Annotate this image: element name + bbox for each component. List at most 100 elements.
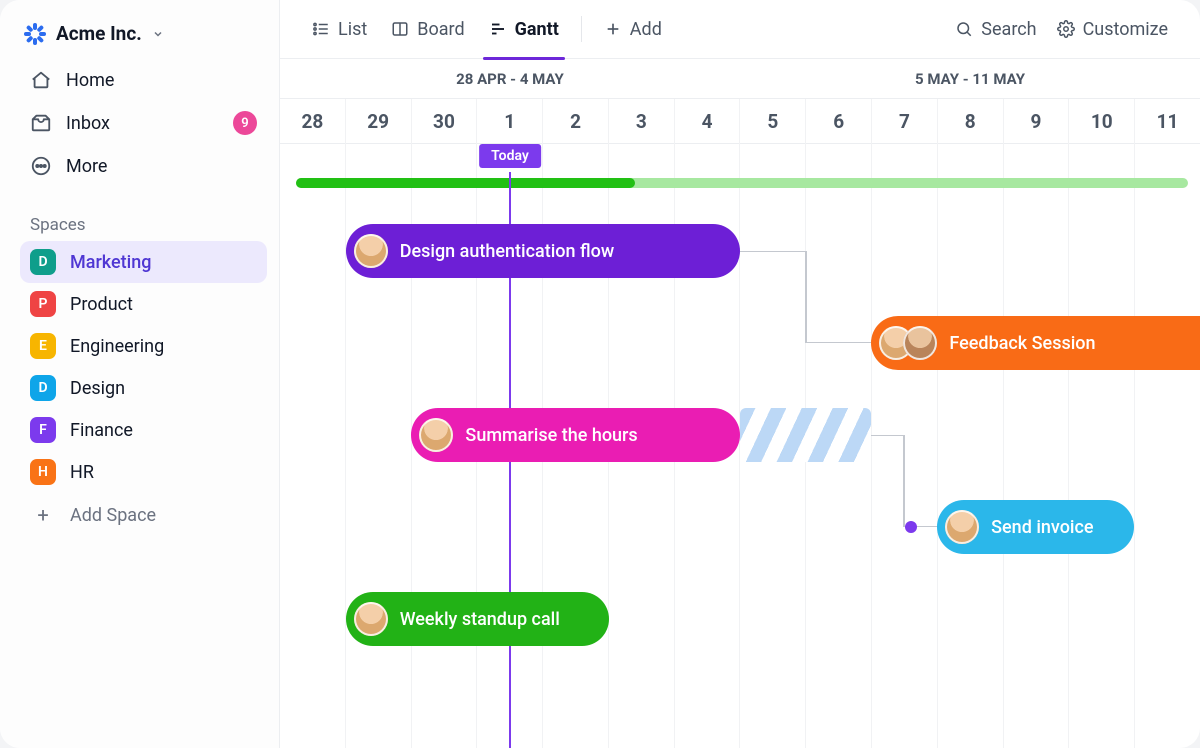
day-number: 4 [675, 99, 740, 144]
nav-inbox[interactable]: Inbox 9 [20, 101, 267, 145]
avatar [354, 602, 388, 636]
space-label: Engineering [70, 336, 164, 357]
avatar [354, 234, 388, 268]
gantt-icon [489, 20, 507, 38]
day-column: 8 [937, 99, 1003, 748]
task-assignees [354, 234, 388, 268]
task-label: Summarise the hours [465, 425, 637, 446]
task-assignees [354, 602, 388, 636]
inbox-badge: 9 [233, 111, 257, 135]
day-number: 2 [543, 99, 608, 144]
timeline-progress [296, 178, 1188, 188]
dependency-line [871, 435, 904, 527]
day-column: 28 [280, 99, 345, 748]
space-label: Design [70, 378, 125, 399]
day-number: 28 [280, 99, 345, 144]
add-space-button[interactable]: + Add Space [20, 493, 267, 537]
today-marker: Today [479, 144, 541, 168]
customize-button[interactable]: Customize [1047, 0, 1178, 59]
view-tab-board-label: Board [417, 19, 464, 40]
task-bar[interactable]: Send invoice [937, 500, 1134, 554]
plus-icon [604, 20, 622, 38]
spaces-section-label: Spaces [20, 215, 267, 241]
space-color-swatch: H [30, 459, 56, 485]
week-header: 28 APR - 4 MAY 5 MAY - 11 MAY [280, 59, 1200, 99]
gear-icon [1057, 20, 1075, 38]
view-tab-gantt-label: Gantt [515, 19, 559, 40]
spaces-list: D Marketing P Product EEngineering D Design FFi… [20, 241, 267, 493]
sidebar-space-engineering[interactable]: EEngineering [20, 325, 267, 367]
space-color-swatch: P [30, 291, 56, 317]
day-number: 29 [346, 99, 411, 144]
home-icon [30, 69, 52, 91]
view-tab-list[interactable]: List [302, 0, 377, 59]
board-icon [391, 20, 409, 38]
task-bar[interactable]: Design authentication flow [346, 224, 740, 278]
day-column: 9 [1003, 99, 1069, 748]
search-button[interactable]: Search [945, 0, 1046, 59]
day-number: 30 [412, 99, 477, 144]
sidebar-space-design[interactable]: D Design [20, 367, 267, 409]
divider [581, 16, 582, 42]
task-bar[interactable]: Feedback Session [871, 316, 1200, 370]
chevron-down-icon [152, 28, 164, 40]
space-label: Marketing [70, 252, 151, 273]
space-color-swatch: D [30, 249, 56, 275]
sidebar-space-marketing[interactable]: D Marketing [20, 241, 267, 283]
week-range-1: 5 MAY - 11 MAY [740, 59, 1200, 99]
task-label: Weekly standup call [400, 609, 560, 630]
day-column: 11 [1134, 99, 1200, 748]
day-column: 29 [345, 99, 411, 748]
space-label: Product [70, 294, 133, 315]
space-color-swatch: D [30, 375, 56, 401]
day-column: 10 [1068, 99, 1134, 748]
view-tab-gantt[interactable]: Gantt [479, 0, 569, 59]
day-number: 7 [872, 99, 937, 144]
week-range-0: 28 APR - 4 MAY [280, 59, 740, 99]
day-number: 6 [806, 99, 871, 144]
add-space-label: Add Space [70, 505, 156, 526]
task-assignees [419, 418, 453, 452]
view-tab-board[interactable]: Board [381, 0, 474, 59]
app-logo-icon [24, 23, 46, 45]
sidebar-space-product[interactable]: P Product [20, 283, 267, 325]
inbox-icon [30, 112, 52, 134]
add-view-label: Add [630, 19, 662, 40]
day-number: 3 [609, 99, 674, 144]
customize-label: Customize [1083, 19, 1168, 40]
task-label: Design authentication flow [400, 241, 615, 262]
day-number: 10 [1069, 99, 1134, 144]
task-label: Send invoice [991, 517, 1093, 538]
space-label: HR [70, 462, 94, 483]
workspace-switcher[interactable]: Acme Inc. [20, 18, 267, 59]
sidebar-space-hr[interactable]: H HR [20, 451, 267, 493]
task-assignees [879, 326, 937, 360]
nav-more-label: More [66, 156, 107, 177]
nav-home[interactable]: Home [20, 59, 267, 101]
day-number: 11 [1135, 99, 1200, 144]
nav-inbox-label: Inbox [66, 113, 110, 134]
day-column: 7 [871, 99, 937, 748]
task-bar[interactable]: Weekly standup call [346, 592, 609, 646]
day-number: 1 [477, 99, 542, 144]
more-icon [30, 155, 52, 177]
add-view-button[interactable]: Add [594, 0, 672, 59]
task-bar[interactable]: Summarise the hours [411, 408, 740, 462]
task-assignees [945, 510, 979, 544]
day-number: 8 [938, 99, 1003, 144]
dependency-line [740, 251, 806, 343]
buffer-block[interactable] [740, 408, 871, 462]
space-color-swatch: F [30, 417, 56, 443]
sidebar: Acme Inc. Home Inbox 9 More Spaces DM [0, 0, 280, 748]
sidebar-space-finance[interactable]: FFinance [20, 409, 267, 451]
plus-icon: + [30, 503, 56, 527]
list-icon [312, 20, 330, 38]
milestone-dot[interactable] [905, 521, 917, 533]
search-label: Search [981, 19, 1036, 40]
view-tab-list-label: List [338, 19, 367, 40]
nav-more[interactable]: More [20, 145, 267, 187]
dependency-line [806, 251, 872, 343]
gantt-canvas[interactable]: 2829301234567891011 TodayDesign authenti… [280, 99, 1200, 748]
task-label: Feedback Session [949, 333, 1095, 354]
search-icon [955, 20, 973, 38]
